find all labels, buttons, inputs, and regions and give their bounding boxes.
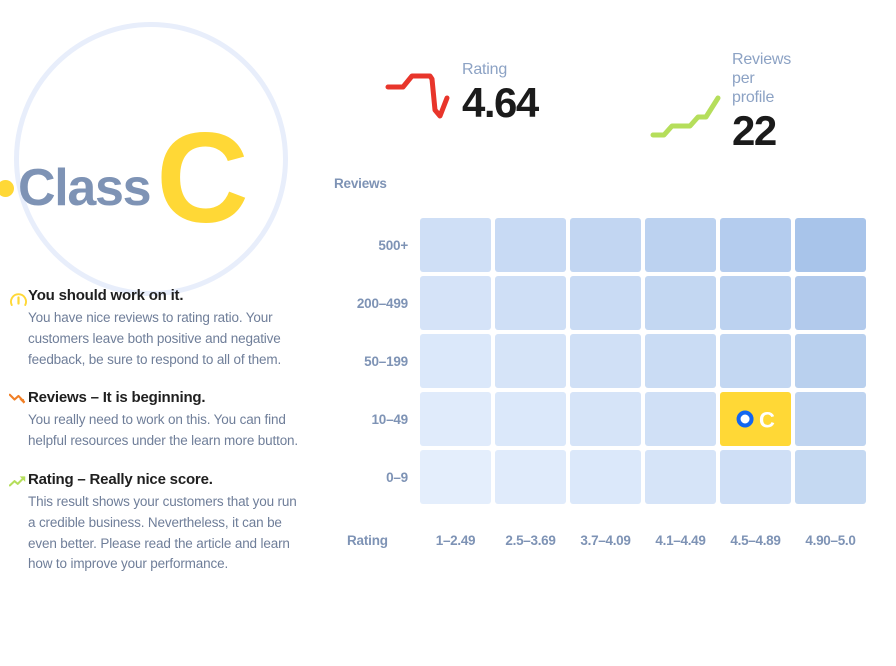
heatmap-cell[interactable] [795,450,866,504]
heatmap-cell[interactable] [795,276,866,330]
heatmap-cell[interactable] [570,450,641,504]
tip-title: You should work on it. [28,287,184,304]
heatmap-cell[interactable] [795,334,866,388]
heatmap-x-label: 1–2.49 [435,533,476,548]
heatmap-highlight-marker: C [736,407,775,432]
tip-text: You have nice reviews to rating ratio. Y… [28,310,282,367]
heatmap-cell[interactable] [570,218,641,272]
metric-rating: Rating 4.64 [385,50,539,127]
tip-body: Rating – Really nice score. This result … [28,470,298,575]
heatmap-cell[interactable] [645,276,716,330]
dashboard-root: Class C You should work on it. You have … [0,0,896,666]
heatmap-grid: C [420,218,866,504]
tip-item: Rating – Really nice score. This result … [0,470,330,575]
heatmap-y-label: 200–499 [356,295,408,311]
heatmap-y-axis-title: Reviews [334,176,387,191]
heatmap-y-label: 10–49 [371,411,408,427]
heatmap-x-label: 4.1–4.49 [655,533,706,548]
heatmap-y-label: 50–199 [364,353,408,369]
metric-texts: Reviews per profile 22 [732,50,791,155]
tip-body: You should work on it. You have nice rev… [28,286,298,370]
heatmap-cell[interactable] [570,334,641,388]
metric-label: Reviews per profile [732,51,792,106]
heatmap-cell[interactable] [720,276,791,330]
heatmap-cell[interactable] [420,334,491,388]
trend-up-icon [0,470,28,575]
tip-item: Reviews – It is beginning. You really ne… [0,388,330,452]
heatmap-cell[interactable] [795,392,866,446]
heatmap-cell[interactable] [645,392,716,446]
metric-texts: Rating 4.64 [462,60,539,127]
heatmap-cell[interactable] [495,334,566,388]
heatmap-x-label: 4.90–5.0 [805,533,856,548]
heatmap-row [420,218,866,272]
heatmap-cell[interactable] [420,392,491,446]
heatmap-x-label: 3.7–4.09 [580,533,631,548]
heatmap-cell[interactable] [495,450,566,504]
heatmap-y-label: 500+ [378,237,408,253]
heatmap-x-label: 4.5–4.89 [730,533,781,548]
heatmap-cell[interactable] [645,334,716,388]
heatmap-row: C [420,392,866,446]
position-dot-icon [736,410,754,428]
heatmap-cell[interactable] [495,218,566,272]
heatmap-cell[interactable] [720,218,791,272]
heatmap-row [420,276,866,330]
heatmap-cell[interactable] [420,450,491,504]
heatmap-x-axis-labels: 1–2.49 2.5–3.69 3.7–4.09 4.1–4.49 4.5–4.89 4.… [420,533,866,548]
heatmap-cell[interactable] [420,218,491,272]
sparkline-up-icon [650,90,726,147]
heatmap-cell[interactable] [795,218,866,272]
tip-item: You should work on it. You have nice rev… [0,286,330,370]
heatmap-cell[interactable] [420,276,491,330]
class-label: Class [18,159,152,217]
heatmap-cell[interactable] [570,392,641,446]
trend-down-icon [0,388,28,452]
tips-list: You should work on it. You have nice rev… [0,286,330,593]
heatmap-x-label: 2.5–3.69 [505,533,556,548]
class-summary-panel: Class C You should work on it. You have … [0,0,330,666]
class-bullet-dot [0,179,14,197]
class-badge: Class C [0,115,249,243]
heatmap-cell[interactable] [645,450,716,504]
tip-body: Reviews – It is beginning. You really ne… [28,388,298,452]
heatmap-highlight-label: C [759,407,775,433]
heatmap-cell[interactable] [570,276,641,330]
heatmap-x-axis-title: Rating [347,533,388,548]
heatmap-cell[interactable] [720,334,791,388]
heatmap-y-label: 0–9 [386,469,408,485]
tip-title: Reviews – It is beginning. [28,389,206,407]
tip-title: Rating – Really nice score. [28,470,213,488]
heatmap-y-axis-labels: 500+ 200–499 50–199 10–49 0–9 [330,218,408,508]
gauge-icon [0,286,28,370]
metric-reviews-per-profile: Reviews per profile 22 [650,50,791,155]
heatmap-cell-highlighted[interactable]: C [720,392,791,446]
metric-value: 4.64 [462,79,539,126]
heatmap-cell[interactable] [720,450,791,504]
heatmap-cell[interactable] [645,218,716,272]
heatmap-row [420,334,866,388]
heatmap-row [420,450,866,504]
class-letter: C [156,107,248,250]
tip-text: This result shows your customers that yo… [28,493,297,572]
heatmap-cell[interactable] [495,392,566,446]
metric-label: Rating [462,61,508,78]
sparkline-down-icon [385,50,460,127]
tip-text: You really need to work on this. You can… [28,412,299,449]
metric-value: 22 [732,107,777,154]
heatmap-cell[interactable] [495,276,566,330]
